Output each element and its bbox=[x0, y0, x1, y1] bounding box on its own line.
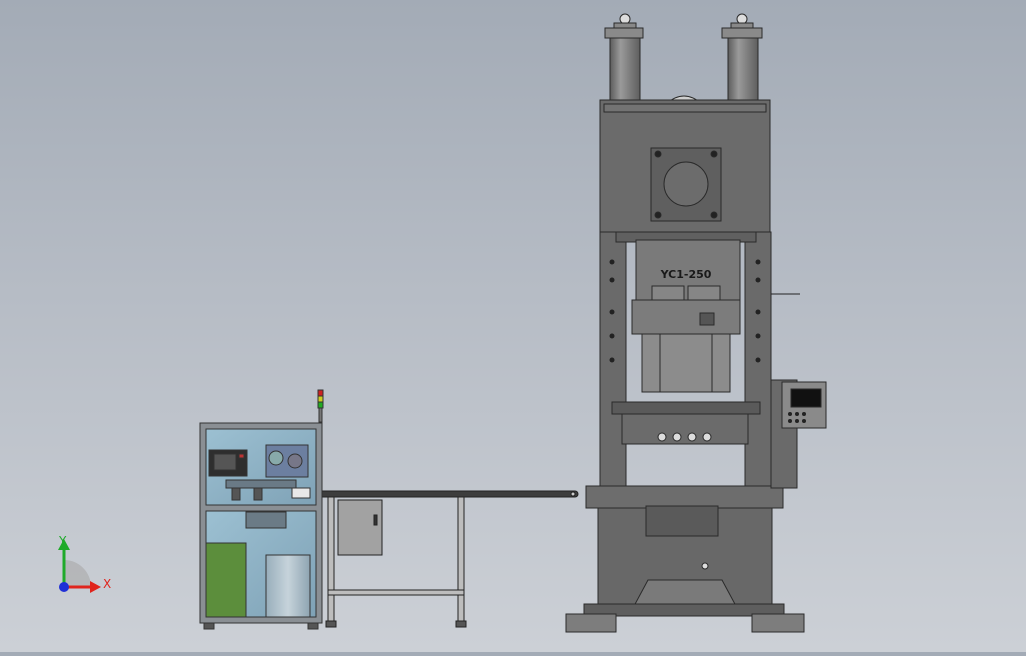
feed-conveyor[interactable] bbox=[307, 490, 579, 628]
motor-flange bbox=[663, 161, 709, 207]
balance-cylinder-right bbox=[721, 13, 763, 101]
x-axis-label: X bbox=[103, 577, 111, 591]
signal-tower-icon bbox=[317, 389, 324, 423]
foot-pad-left bbox=[565, 613, 617, 633]
balance-cylinder-left bbox=[604, 13, 644, 101]
z-axis-dot bbox=[59, 582, 69, 592]
foot-pad-right bbox=[751, 613, 805, 633]
die-cushion bbox=[641, 333, 731, 393]
conveyor-leg-right bbox=[457, 496, 465, 624]
punch-press[interactable]: YC1-250 bbox=[565, 13, 827, 633]
material-tank bbox=[265, 554, 311, 618]
green-panel bbox=[205, 542, 247, 618]
hmi-screen-icon[interactable] bbox=[790, 388, 822, 408]
cad-canvas[interactable]: YC1-250 Y X bbox=[0, 0, 1026, 652]
cad-viewport[interactable]: YC1-250 Y X bbox=[0, 0, 1026, 652]
electrical-box[interactable] bbox=[337, 499, 383, 556]
bolster-plate bbox=[611, 401, 761, 415]
clamp-block bbox=[245, 511, 287, 529]
conveyor-rail bbox=[307, 490, 579, 498]
axis-triad: Y X bbox=[58, 534, 111, 593]
feeder-cabinet[interactable] bbox=[199, 389, 324, 630]
base-opening bbox=[633, 579, 737, 607]
conveyor-crossbar bbox=[327, 589, 465, 596]
y-axis-label: Y bbox=[58, 534, 67, 548]
lower-connector-panel bbox=[645, 505, 719, 537]
slide-indicator bbox=[699, 312, 715, 326]
press-table bbox=[621, 413, 749, 445]
conveyor-leg-left bbox=[327, 496, 335, 624]
slide-lower bbox=[631, 299, 741, 335]
base-crossbeam bbox=[585, 485, 784, 509]
press-model-label: YC1-250 bbox=[660, 268, 712, 281]
